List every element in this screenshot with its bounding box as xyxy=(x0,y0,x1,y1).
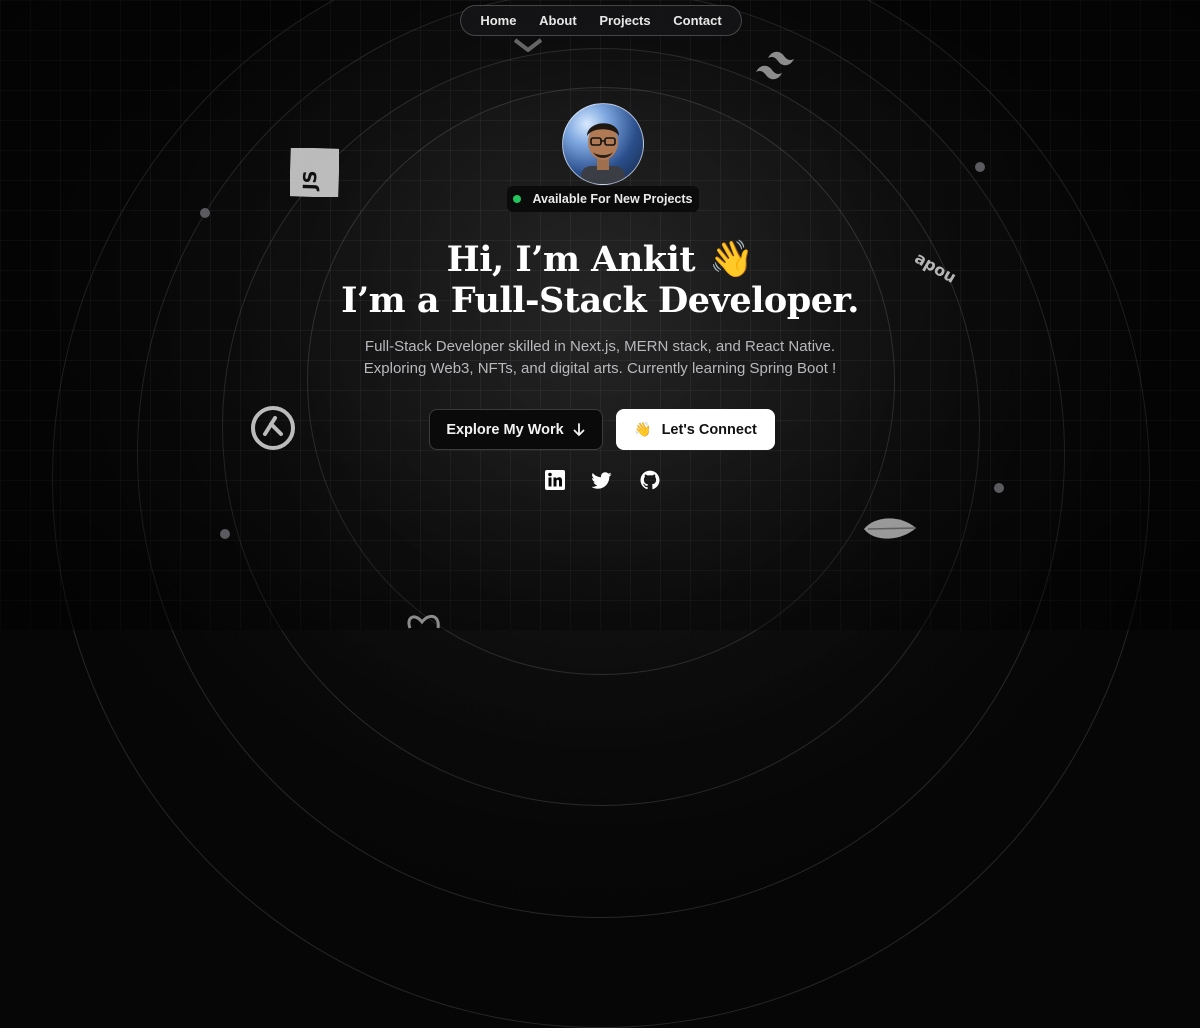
redux-icon xyxy=(404,608,444,635)
explore-work-label: Explore My Work xyxy=(446,421,564,438)
lets-connect-button[interactable]: 👋 Let's Connect xyxy=(616,409,775,450)
profile-avatar xyxy=(562,103,644,185)
lets-connect-label: Let's Connect xyxy=(661,421,757,438)
waving-hand-icon: 👋 xyxy=(709,238,754,280)
nav-about-link[interactable]: About xyxy=(539,13,577,28)
svg-text:JS: JS xyxy=(300,170,322,192)
orbit-dot xyxy=(220,529,230,539)
top-nav: Home About Projects Contact xyxy=(460,5,742,36)
hero-description-line1: Full-Stack Developer skilled in Next.js,… xyxy=(364,338,836,355)
linkedin-icon[interactable] xyxy=(545,470,565,490)
mongodb-icon xyxy=(862,512,920,551)
waving-hand-icon: 👋 xyxy=(634,421,652,437)
arrow-down-icon xyxy=(573,422,585,436)
explore-work-button[interactable]: Explore My Work xyxy=(429,409,603,450)
availability-badge: Available For New Projects xyxy=(507,186,699,212)
hero-role: I’m a Full-Stack Developer. xyxy=(341,280,859,321)
availability-text: Available For New Projects xyxy=(532,192,693,206)
expo-icon xyxy=(249,404,297,457)
nav-projects-link[interactable]: Projects xyxy=(599,13,650,28)
nav-contact-link[interactable]: Contact xyxy=(673,13,721,28)
greeting-text: Hi, I’m Ankit xyxy=(446,239,696,280)
hero-description-line2: Exploring Web3, NFTs, and digital arts. … xyxy=(363,360,837,377)
status-dot xyxy=(513,195,522,203)
orbit-dot xyxy=(994,483,1004,493)
orbit-dot xyxy=(975,162,985,172)
chevron-icon xyxy=(513,38,543,57)
orbit-dot xyxy=(200,208,210,218)
javascript-icon: JS xyxy=(289,147,340,202)
twitter-icon[interactable] xyxy=(592,470,612,490)
hero-greeting: Hi, I’m Ankit 👋 xyxy=(0,238,1200,280)
nav-home-link[interactable]: Home xyxy=(480,13,516,28)
github-icon[interactable] xyxy=(640,470,660,490)
tailwind-icon xyxy=(754,50,808,89)
